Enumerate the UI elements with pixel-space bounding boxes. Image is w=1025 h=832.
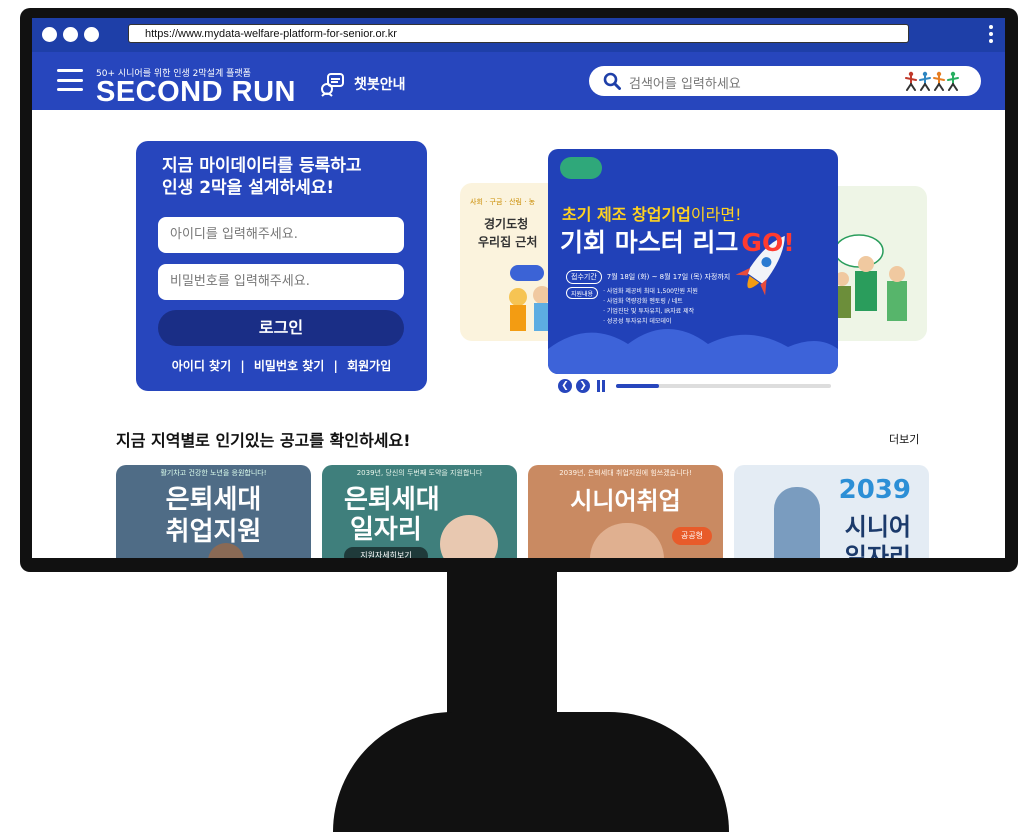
promo-headline-2: 기회 마스터 리그 GO!: [560, 223, 795, 259]
screen: https://www.mydata-welfare-platform-for-…: [32, 18, 1005, 558]
support-label: 지원내용: [566, 287, 599, 299]
period-row: 접수기간 7월 18일 (화) ~ 8월 17일 (목) 자정까지: [566, 270, 730, 284]
tile-3-persons: [590, 523, 664, 558]
chatbot-icon: [321, 73, 344, 97]
hamburger-menu-icon[interactable]: [57, 69, 83, 91]
tile-4-line1: 2039: [838, 475, 911, 505]
site-header: 50+ 시니어를 위한 인생 2막설계 플랫폼 SECOND RUN 챗봇안내 …: [32, 52, 1005, 110]
support-row: 지원내용 · 사업화 제공비 최대 1,500만원 지원 · 사업화 역량강화 …: [566, 287, 698, 327]
window-controls: [42, 27, 99, 42]
browser-toolbar: https://www.mydata-welfare-platform-for-…: [32, 18, 1005, 52]
find-id-link[interactable]: 아이디 찾기: [172, 359, 231, 373]
carousel-pause-icon[interactable]: [597, 380, 606, 392]
window-dot-1[interactable]: [42, 27, 57, 42]
window-dot-3[interactable]: [84, 27, 99, 42]
chatbot-link[interactable]: 챗봇안내: [320, 71, 406, 97]
search-input[interactable]: 검색어를 입력하세요: [629, 73, 741, 92]
brand-logo[interactable]: SECOND RUN: [96, 76, 296, 109]
job-tile-3[interactable]: 2039년, 은퇴세대 취업지원에 힘쓰겠습니다! 시니어취업 공공형: [528, 465, 723, 558]
tile-1-line2: 취업지원: [165, 517, 262, 547]
prev-card-title-2: 우리집 근처: [478, 235, 538, 249]
seniors-illustration-icon: [905, 71, 959, 91]
link-separator: |: [333, 359, 338, 373]
chatbot-label: 챗봇안내: [354, 77, 406, 93]
section-title: 지금 지역별로 인기있는 공고를 확인하세요!: [116, 431, 411, 450]
address-bar[interactable]: https://www.mydata-welfare-platform-for-…: [128, 24, 909, 43]
job-tile-2[interactable]: 2039년, 당신의 두번째 도약을 지원합니다 은퇴세대 일자리 지원자세히보…: [322, 465, 517, 558]
support-list: · 사업화 제공비 최대 1,500만원 지원 · 사업화 역량강화 멘토링 /…: [603, 287, 698, 327]
job-tile-4[interactable]: 2039 시니어 일자리: [734, 465, 929, 558]
link-separator: |: [240, 359, 245, 373]
monitor-base: [333, 712, 729, 832]
window-dot-2[interactable]: [63, 27, 78, 42]
period-label: 접수기간: [566, 270, 602, 284]
promo-headline-1: 초기 제조 창업기업이라면!: [562, 201, 741, 225]
carousel-controls: ❮ ❯: [558, 379, 606, 393]
tile-4-line3: 일자리: [844, 543, 911, 558]
carousel-progress-fill: [616, 384, 659, 388]
carousel-progress: [616, 384, 831, 388]
tile-3-top: 2039년, 은퇴세대 취업지원에 힘쓰겠습니다!: [559, 469, 692, 477]
search-bar[interactable]: 검색어를 입력하세요: [589, 66, 981, 96]
carousel-card-main[interactable]: 초기 제조 창업기업이라면! 기회 마스터 리그 GO! 접수기간 7월 18일 …: [548, 149, 838, 374]
id-input[interactable]: 아이디를 입력해주세요.: [158, 217, 404, 253]
promo-headline-2-main: 기회 마스터 리그: [560, 228, 739, 257]
tile-2-button[interactable]: 지원자세히보기: [344, 547, 428, 558]
tile-2-top: 2039년, 당신의 두번째 도약을 지원합니다: [356, 469, 483, 477]
login-panel: 지금 마이데이터를 등록하고 인생 2막을 설계하세요! 아이디를 입력해주세요…: [136, 141, 427, 391]
promo-headline-1-main: 초기 제조 창업기업: [562, 205, 691, 224]
support-item: · 성공성 투자유치 데모데이: [603, 318, 672, 325]
support-item: · 사업화 제공비 최대 1,500만원 지원: [603, 288, 698, 295]
prev-card-title-1: 경기도청: [484, 217, 529, 231]
login-heading-line1: 지금 마이데이터를 등록하고: [162, 156, 362, 176]
support-item: · 기업진단 및 투자유치, IR자료 제작: [603, 308, 695, 315]
decorative-clouds: [548, 235, 838, 374]
login-button[interactable]: 로그인: [158, 310, 404, 346]
search-icon[interactable]: [603, 72, 621, 90]
monitor-frame: https://www.mydata-welfare-platform-for-…: [20, 8, 1018, 572]
tile-3-line1: 시니어취업: [570, 487, 681, 515]
browser-menu-icon[interactable]: [989, 25, 993, 43]
support-item: · 사업화 역량강화 멘토링 / 네트: [603, 298, 683, 305]
tile-3-badge: 공공형: [672, 527, 712, 545]
monitor-stand: [447, 571, 557, 731]
password-input[interactable]: 비밀번호를 입력해주세요.: [158, 264, 404, 300]
find-password-link[interactable]: 비밀번호 찾기: [254, 359, 324, 373]
login-heading-line2: 인생 2막을 설계하세요!: [162, 178, 335, 198]
promo-headline-1-suffix: 이라면!: [690, 205, 742, 224]
tile-4-person: [774, 487, 820, 558]
more-link[interactable]: 더보기: [889, 431, 919, 447]
account-links: 아이디 찾기 | 비밀번호 찾기 | 회원가입: [136, 357, 427, 374]
login-heading: 지금 마이데이터를 등록하고 인생 2막을 설계하세요!: [162, 155, 412, 199]
prev-card-tags: 사회 · 구금 · 산림 · 농: [470, 198, 536, 206]
period-value: 7월 18일 (화) ~ 8월 17일 (목) 자정까지: [606, 273, 731, 281]
tile-1-top: 활기차고 건강한 노년을 응원합니다!: [160, 469, 267, 477]
signup-link[interactable]: 회원가입: [347, 359, 391, 373]
promo-go: GO!: [741, 228, 795, 257]
carousel-prev-icon[interactable]: ❮: [558, 379, 572, 393]
carousel-next-icon[interactable]: ❯: [576, 379, 590, 393]
job-tile-1[interactable]: 활기차고 건강한 노년을 응원합니다! 은퇴세대 취업지원: [116, 465, 311, 558]
